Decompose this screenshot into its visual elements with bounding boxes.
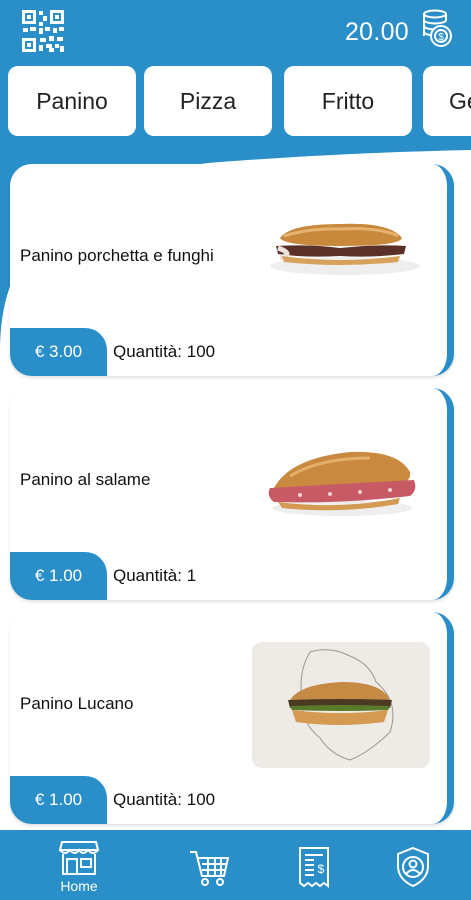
quantity-text: Quantità: 100 — [113, 790, 215, 810]
tab-fritto[interactable]: Fritto — [284, 66, 412, 136]
quantity-label: Quantità: — [113, 566, 182, 585]
quantity-value: 1 — [186, 566, 197, 585]
category-tabs: Panino Pizza Fritto Ge — [0, 66, 471, 138]
product-card[interactable]: Panino Lucano € 1.00 Quantità: 100 — [10, 612, 454, 824]
quantity-text: Quantità: 1 — [113, 566, 196, 586]
user-shield-icon — [397, 846, 429, 888]
quantity-label: Quantità: — [113, 790, 182, 809]
quantity-text: Quantità: 100 — [113, 342, 215, 362]
porchetta-sandwich-image — [270, 223, 420, 275]
tab-ge[interactable]: Ge — [423, 66, 471, 136]
receipt-icon: $ — [299, 847, 329, 888]
quantity-value: 100 — [186, 342, 216, 361]
product-card[interactable]: Panino al salame € 1.00 Quantità: 1 — [10, 388, 454, 600]
product-name: Panino Lucano — [20, 694, 134, 713]
app-header: 20.00 $ — [0, 0, 471, 66]
nav-cart[interactable] — [159, 830, 259, 900]
quantity-value: 100 — [186, 790, 216, 809]
bottom-nav: Home $ — [0, 830, 471, 900]
svg-text:$: $ — [318, 862, 325, 876]
product-list[interactable]: Panino porchetta e funghi € 3.00 Quantit… — [0, 150, 471, 830]
price-badge: € 1.00 — [10, 552, 107, 600]
quantity-label: Quantità: — [113, 342, 182, 361]
nav-home[interactable]: Home — [29, 830, 129, 900]
salame-sandwich-image — [268, 451, 416, 516]
nav-profile[interactable] — [363, 830, 463, 900]
price-badge: € 3.00 — [10, 328, 107, 376]
product-card[interactable]: Panino porchetta e funghi € 3.00 Quantit… — [10, 164, 454, 376]
nav-receipt[interactable]: $ — [264, 830, 364, 900]
tab-pizza[interactable]: Pizza — [144, 66, 272, 136]
product-name: Panino al salame — [20, 470, 151, 489]
qr-code-icon[interactable] — [20, 8, 66, 54]
nav-home-label: Home — [60, 878, 98, 894]
coins-icon[interactable]: $ — [415, 8, 453, 50]
lucano-sandwich-image — [252, 642, 430, 768]
price-badge: € 1.00 — [10, 776, 107, 824]
shop-icon — [58, 841, 100, 875]
product-name: Panino porchetta e funghi — [20, 246, 214, 265]
svg-text:$: $ — [438, 32, 444, 43]
cart-icon — [190, 851, 230, 886]
tab-panino[interactable]: Panino — [8, 66, 136, 136]
wallet-balance: 20.00 — [344, 18, 409, 46]
